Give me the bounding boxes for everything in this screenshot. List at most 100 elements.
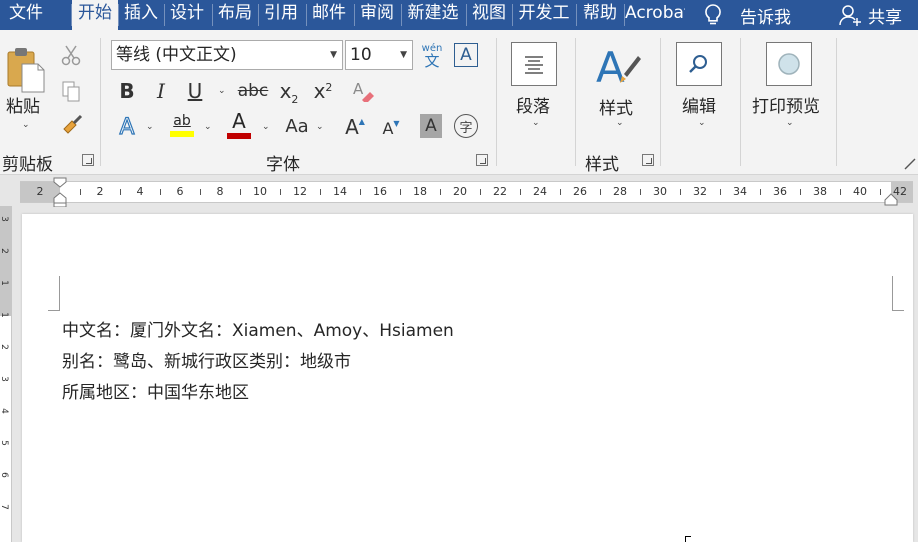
collapse-ribbon-icon[interactable] [904,158,916,170]
bold-button[interactable]: B [114,76,140,106]
chevron-down-icon: ▼ [330,50,337,60]
document-page[interactable]: 中文名：厦门外文名：Xiamen、Amoy、Hsiamen 别名：鹭岛、新城行政… [22,214,913,542]
ruler-tick-label: 2 [96,185,104,198]
font-color-button[interactable]: A [226,110,252,140]
grow-font-button[interactable]: A▲ [342,112,368,142]
font-color-dropdown-chevron[interactable]: ⌄ [262,122,270,132]
highlight-dropdown-chevron[interactable]: ⌄ [204,122,212,132]
horizontal-ruler[interactable]: 2 2 4 6 8 10 12 14 16 18 20 22 24 26 28 30 32 34 36 38 40 42 [20,181,913,203]
text-effects-button[interactable]: A [114,112,140,142]
paragraph-button[interactable] [511,42,557,86]
clear-formatting-button[interactable]: A [350,78,376,104]
styles-label: 样式 [599,99,633,119]
ruler-tick-label: 28 [613,185,627,198]
vertical-ruler-tick-label: 2 [0,248,9,254]
first-line-indent-marker[interactable] [53,177,67,207]
tab-mailings[interactable]: 邮件 [307,0,351,30]
margin-corner-top-right [892,276,904,311]
vertical-ruler-tick-label: 3 [0,216,9,222]
ruler-tick-label: 10 [253,185,267,198]
italic-button[interactable]: I [148,76,174,106]
tab-layout[interactable]: 布局 [213,0,257,30]
ruler-minor-tick [440,189,441,195]
subscript-glyph: x [279,79,292,103]
ruler-minor-tick [320,189,321,195]
clipboard-dialog-launcher[interactable] [82,154,94,166]
paragraph-dropdown-chevron[interactable]: ⌄ [532,118,540,128]
tab-review[interactable]: 审阅 [355,0,399,30]
tab-references[interactable]: 引用 [259,0,303,30]
format-painter-button[interactable] [60,112,84,138]
ruler-minor-tick [120,189,121,195]
document-line[interactable]: 中文名：厦门外文名：Xiamen、Amoy、Hsiamen [62,316,454,341]
change-case-button[interactable]: Aa [282,112,312,142]
highlight-glyph: ab [173,113,191,129]
vertical-ruler-tick-label: 3 [0,376,9,382]
tab-view[interactable]: 视图 [467,0,511,30]
ruler-tick-label: 18 [413,185,427,198]
ruler-tick-label: 40 [853,185,867,198]
tab-acrobat[interactable]: Acrobat [625,0,685,30]
vertical-ruler[interactable]: 3 2 1 1 2 3 4 5 6 7 [0,206,12,542]
font-size-dropdown[interactable]: 10 ▼ [345,40,413,70]
paste-dropdown-chevron[interactable]: ⌄ [22,120,30,130]
text-effects-dropdown-chevron[interactable]: ⌄ [146,122,154,132]
cut-button[interactable] [60,42,82,68]
editing-dropdown-chevron[interactable]: ⌄ [698,118,706,128]
group-separator [496,38,497,166]
tell-me-label: 告诉我 [740,7,791,28]
font-group-label: 字体 [266,155,300,175]
document-line[interactable]: 别名：鹭岛、新城行政区类别：地级市 [62,347,351,372]
text-effects-glyph: A [119,114,135,140]
right-indent-marker[interactable] [884,192,898,206]
font-dialog-launcher[interactable] [476,154,488,166]
shrink-font-button[interactable]: A▼ [378,112,404,142]
editing-button[interactable] [676,42,722,86]
character-shading-button[interactable]: A [420,114,442,138]
styles-dropdown-chevron[interactable]: ⌄ [616,118,624,128]
highlight-color-button[interactable]: ab [168,110,196,140]
styles-group-label: 样式 [585,155,619,175]
tab-insert[interactable]: 插入 [119,0,163,30]
tab-developer[interactable]: 开发工 [513,0,575,30]
character-border-button[interactable]: A [454,43,478,67]
ruler-tick-label: 36 [773,185,787,198]
vertical-ruler-top-margin [0,206,12,316]
ruler-tick-label: 22 [493,185,507,198]
share-button[interactable]: 共享 [838,0,902,30]
highlight-color-swatch [170,131,194,137]
paragraph-label: 段落 [516,97,550,117]
caret-down-icon: ▼ [393,119,400,128]
mouse-pointer-icon [685,536,691,542]
print-preview-label: 打印预览 [752,97,820,117]
styles-button[interactable]: A [594,40,642,92]
tab-design[interactable]: 设计 [165,0,209,30]
svg-text:A: A [353,80,364,98]
phonetic-guide-button[interactable]: wén 文 [420,40,444,70]
character-shading-glyph: A [425,116,437,136]
print-preview-button[interactable] [766,42,812,86]
change-case-dropdown-chevron[interactable]: ⌄ [316,122,324,132]
tell-me-box[interactable]: 告诉我 [700,0,791,30]
vertical-ruler-tick-label: 1 [0,280,9,286]
ruler-tick-label: 32 [693,185,707,198]
subscript-button[interactable]: x2 [276,76,302,106]
ruler-tick-label: 30 [653,185,667,198]
grow-font-glyph: A [345,115,359,139]
copy-button[interactable] [60,78,82,104]
ruler-minor-tick [560,189,561,195]
underline-button[interactable]: U [182,76,208,106]
styles-dialog-launcher[interactable] [642,154,654,166]
print-preview-dropdown-chevron[interactable]: ⌄ [786,118,794,128]
tab-help[interactable]: 帮助 [577,0,623,30]
font-name-dropdown[interactable]: 等线 (中文正文) ▼ [111,40,343,70]
paste-button[interactable] [4,44,48,96]
tab-file[interactable]: 文件 [0,0,52,30]
tab-new-group[interactable]: 新建选 [402,0,464,30]
strikethrough-button[interactable]: abc [236,76,270,106]
document-line[interactable]: 所属地区：中国华东地区 [62,378,249,403]
underline-dropdown-chevron[interactable]: ⌄ [218,86,226,96]
superscript-button[interactable]: x2 [310,76,336,106]
tab-home[interactable]: 开始 [72,0,118,30]
enclose-characters-button[interactable]: 字 [454,114,478,138]
